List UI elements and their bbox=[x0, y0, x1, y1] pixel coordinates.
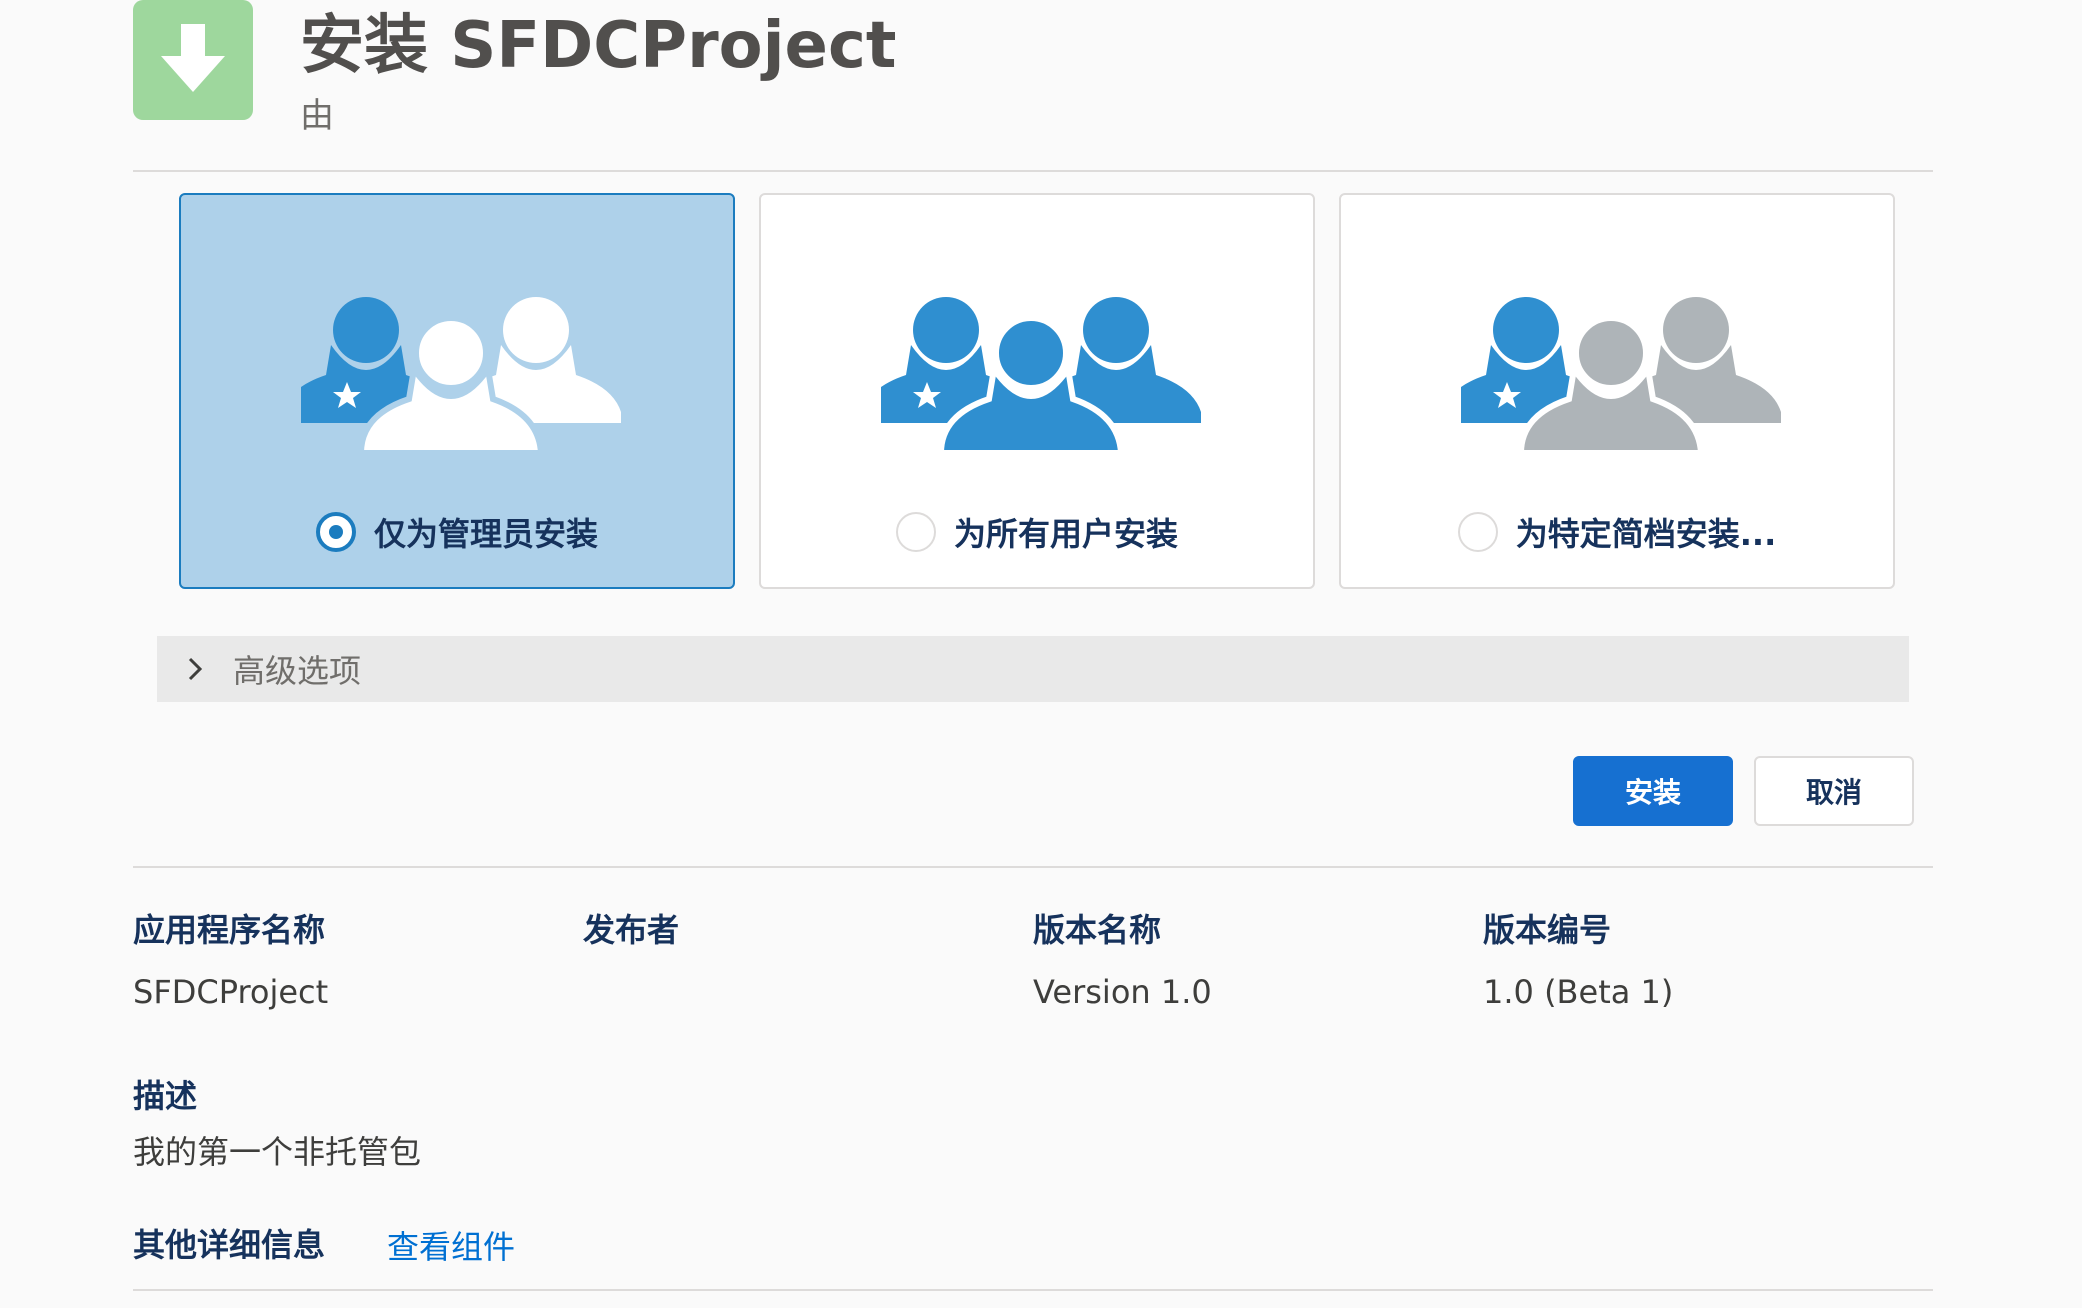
description-field: 描述 我的第一个非托管包 bbox=[133, 1074, 421, 1174]
footer-divider bbox=[133, 1289, 1933, 1291]
option-card-all-users[interactable]: 为所有用户安装 bbox=[759, 193, 1315, 589]
radio-admins-only[interactable] bbox=[315, 512, 356, 552]
version-number-label: 版本编号 bbox=[1483, 911, 1612, 949]
cancel-button[interactable]: 取消 bbox=[1754, 756, 1914, 826]
version-name-field: 版本名称 Version 1.0 bbox=[1033, 908, 1212, 1014]
option-card-admins-only[interactable]: 仅为管理员安装 bbox=[179, 193, 735, 589]
publisher-byline: 由 bbox=[300, 96, 334, 136]
version-number-value: 1.0 (Beta 1) bbox=[1483, 973, 1674, 1011]
option-label-all-users: 为所有用户安装 bbox=[953, 515, 1178, 553]
package-install-icon bbox=[133, 0, 253, 120]
chevron-right-icon bbox=[188, 657, 203, 681]
advanced-options-toggle[interactable]: 高级选项 bbox=[157, 636, 1909, 702]
version-name-value: Version 1.0 bbox=[1033, 973, 1212, 1011]
advanced-options-label: 高级选项 bbox=[233, 652, 362, 690]
description-value: 我的第一个非托管包 bbox=[133, 1133, 422, 1171]
users-specific-profiles-icon bbox=[1461, 297, 1781, 455]
other-details-row: 其他详细信息 查看组件 bbox=[133, 1222, 515, 1268]
option-label-admins-only: 仅为管理员安装 bbox=[373, 515, 598, 553]
users-admin-only-icon bbox=[301, 297, 621, 455]
view-components-link[interactable]: 查看组件 bbox=[387, 1222, 515, 1268]
app-name-label: 应用程序名称 bbox=[133, 911, 326, 949]
publisher-label: 发布者 bbox=[583, 911, 680, 949]
option-card-specific-profiles[interactable]: 为特定简档安装... bbox=[1339, 193, 1895, 589]
option-label-specific-profiles: 为特定简档安装... bbox=[1515, 515, 1777, 553]
publisher-field: 发布者 bbox=[583, 908, 679, 970]
install-button[interactable]: 安装 bbox=[1573, 756, 1733, 826]
radio-specific-profiles[interactable] bbox=[1457, 512, 1498, 552]
users-all-icon bbox=[881, 297, 1201, 455]
radio-all-users[interactable] bbox=[895, 512, 936, 552]
app-name-value: SFDCProject bbox=[133, 973, 329, 1011]
version-number-field: 版本编号 1.0 (Beta 1) bbox=[1483, 908, 1673, 1014]
download-arrow-icon bbox=[161, 24, 225, 92]
version-name-label: 版本名称 bbox=[1033, 911, 1162, 949]
description-label: 描述 bbox=[133, 1077, 198, 1115]
details-divider bbox=[133, 866, 1933, 868]
page-title: 安装 SFDCProject bbox=[300, 9, 897, 83]
header-divider bbox=[133, 170, 1933, 172]
other-details-label: 其他详细信息 bbox=[133, 1226, 326, 1264]
app-name-field: 应用程序名称 SFDCProject bbox=[133, 908, 328, 1014]
